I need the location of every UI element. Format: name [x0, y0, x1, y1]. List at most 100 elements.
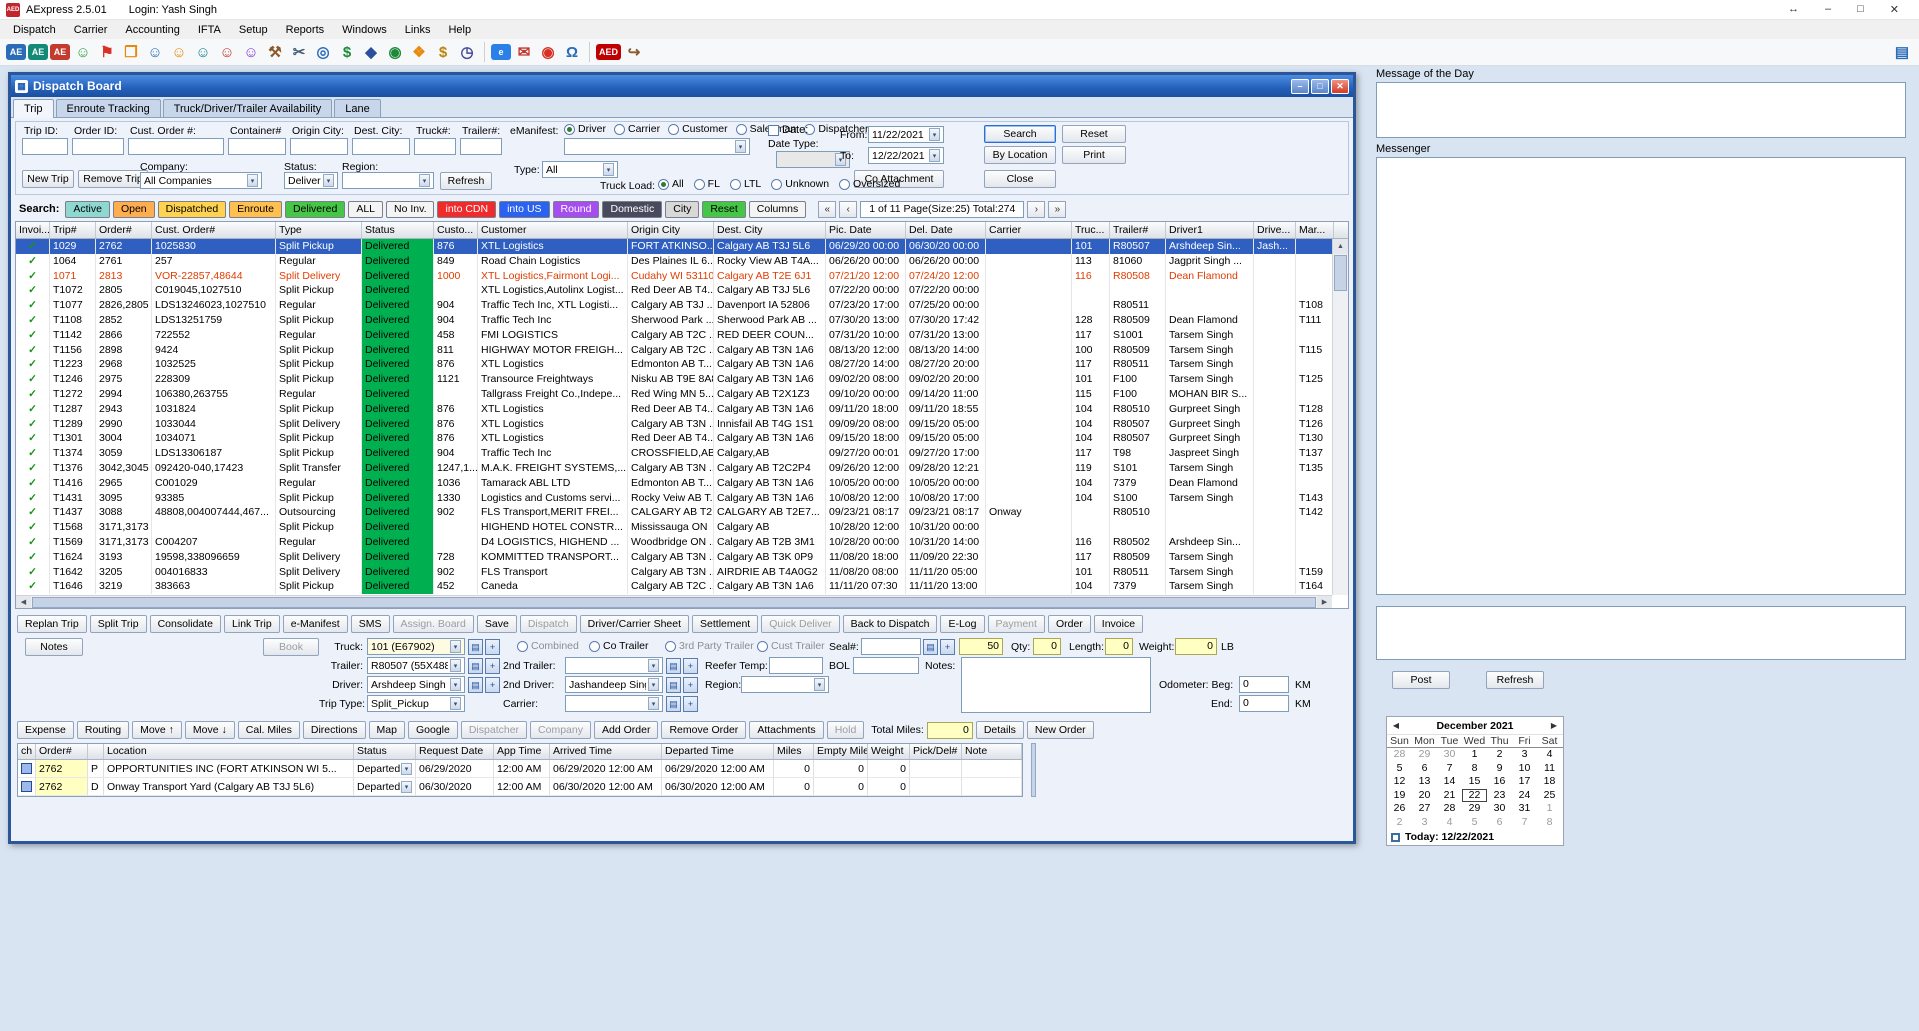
splitter-handle[interactable]	[1031, 743, 1036, 797]
emanifest-option-customer[interactable]: Customer	[668, 123, 728, 135]
column-header-driver1[interactable]: Driver1	[1166, 222, 1254, 238]
post-button[interactable]: Post	[1392, 671, 1450, 689]
trip-row[interactable]: ✓T14162965C001029RegularDelivered1036Tam…	[16, 476, 1332, 491]
calendar-date-28[interactable]: 28	[1437, 802, 1462, 816]
truck-load-radio-fl[interactable]	[694, 179, 705, 190]
trailer-add-button[interactable]: +	[485, 658, 500, 674]
driver-carrier-sheet-button[interactable]: Driver/Carrier Sheet	[580, 615, 689, 633]
calendar-date-2[interactable]: 2	[1387, 816, 1412, 830]
second-driver-add-button[interactable]: +	[683, 677, 698, 693]
filter-input-dest-city[interactable]	[352, 138, 410, 155]
expense-button[interactable]: Expense	[17, 721, 74, 739]
move-button[interactable]: Move ↓	[185, 721, 235, 739]
map-button[interactable]: Map	[369, 721, 405, 739]
clock-icon[interactable]: ◷	[456, 41, 478, 63]
calendar-prev-icon[interactable]: ◀	[1387, 721, 1405, 730]
internet-explorer-icon[interactable]: e	[491, 44, 511, 60]
globe-team-icon[interactable]: ☺	[72, 41, 94, 63]
globe-icon[interactable]: ◉	[384, 41, 406, 63]
reefer-temp-input[interactable]	[769, 657, 823, 674]
second-trailer-lookup-button[interactable]: ▤	[666, 658, 681, 674]
menu-dispatch[interactable]: Dispatch	[4, 22, 65, 38]
tools-icon[interactable]: ⚒	[264, 41, 286, 63]
shield-icon[interactable]: ◆	[360, 41, 382, 63]
order-column-header-location[interactable]: Location	[104, 744, 354, 759]
trip-row[interactable]: ✓T11422866722552RegularDelivered458FMI L…	[16, 328, 1332, 343]
order-column-header-departed-time[interactable]: Departed Time	[662, 744, 774, 759]
from-date-input[interactable]: 11/22/2021▾	[868, 126, 944, 143]
aexpress-teal-icon[interactable]: AE	[28, 44, 48, 60]
calendar-date-6[interactable]: 6	[1487, 816, 1512, 830]
emanifest-option-driver[interactable]: Driver	[564, 123, 606, 135]
add-order-button[interactable]: Add Order	[594, 721, 658, 739]
seal-lookup-button[interactable]: ▤	[923, 639, 938, 655]
odometer-end-input[interactable]: 0	[1239, 695, 1289, 712]
package-icon[interactable]: ❒	[120, 41, 142, 63]
messenger-panel-icon[interactable]: ▤	[1891, 41, 1913, 63]
trip-row[interactable]: ✓10712813VOR-22857,48644Split DeliveryDe…	[16, 269, 1332, 284]
filter-input-trailer[interactable]	[460, 138, 502, 155]
truck-load-radio-oversized[interactable]	[839, 179, 850, 190]
date-type-select[interactable]: ▾	[776, 151, 850, 168]
trip-row[interactable]: ✓T10772826,2805LDS13246023,1027510Regula…	[16, 298, 1332, 313]
move-button[interactable]: Move ↑	[132, 721, 182, 739]
e-manifest-button[interactable]: e-Manifest	[283, 615, 348, 633]
calendar-date-8[interactable]: 8	[1462, 762, 1487, 776]
invoice-button[interactable]: Invoice	[1094, 615, 1143, 633]
consolidate-button[interactable]: Consolidate	[150, 615, 221, 633]
truck-load-option-oversized[interactable]: Oversized	[839, 178, 900, 190]
truck-load-option-unknown[interactable]: Unknown	[771, 178, 829, 190]
close-board-button[interactable]: Close	[984, 170, 1056, 188]
trip-row[interactable]: ✓T12722994106380,263755RegularDeliveredT…	[16, 387, 1332, 402]
cal-miles-button[interactable]: Cal. Miles	[238, 721, 300, 739]
google-button[interactable]: Google	[408, 721, 458, 739]
column-header-truc[interactable]: Truc...	[1072, 222, 1110, 238]
order-column-header-arrived-time[interactable]: Arrived Time	[550, 744, 662, 759]
horizontal-scroll-thumb[interactable]	[32, 597, 1316, 608]
gift-icon[interactable]: ❖	[408, 41, 430, 63]
filter-into-cdn-button[interactable]: into CDN	[437, 201, 496, 218]
e-log-button[interactable]: E-Log	[940, 615, 984, 633]
date-checkbox[interactable]	[768, 125, 779, 136]
filter-reset-button[interactable]: Reset	[702, 201, 745, 218]
mail-icon[interactable]: ✉	[513, 41, 535, 63]
filter-open-button[interactable]: Open	[113, 201, 155, 218]
tab-trip[interactable]: Trip	[13, 99, 54, 118]
driver-add-button[interactable]: +	[485, 677, 500, 693]
calendar-date-25[interactable]: 25	[1537, 789, 1562, 803]
filter-input-container[interactable]	[228, 138, 286, 155]
filter-input-truck[interactable]	[414, 138, 456, 155]
messenger-refresh-button[interactable]: Refresh	[1486, 671, 1544, 689]
board-maximize-button[interactable]: □	[1311, 79, 1329, 94]
odometer-beg-input[interactable]: 0	[1239, 676, 1289, 693]
calendar-date-12[interactable]: 12	[1387, 775, 1412, 789]
menu-links[interactable]: Links	[396, 22, 440, 38]
calendar-date-14[interactable]: 14	[1437, 775, 1462, 789]
calendar-date-19[interactable]: 19	[1387, 789, 1412, 803]
scroll-left-icon[interactable]: ◀	[16, 596, 31, 608]
co-trailer-radio-wrap[interactable]: Co Trailer	[589, 640, 649, 652]
column-header-origin-city[interactable]: Origin City	[628, 222, 714, 238]
filter-columns-button[interactable]: Columns	[749, 201, 806, 218]
order-column-header-app-time[interactable]: App Time	[494, 744, 550, 759]
order-status-select[interactable]: Departed▾	[357, 763, 412, 775]
menu-carrier[interactable]: Carrier	[65, 22, 117, 38]
calendar-date-5[interactable]: 5	[1462, 816, 1487, 830]
trip-row[interactable]: ✓T130130041034071Split PickupDelivered87…	[16, 431, 1332, 446]
remove-order-button[interactable]: Remove Order	[661, 721, 746, 739]
calendar-date-4[interactable]: 4	[1437, 816, 1462, 830]
calendar-date-17[interactable]: 17	[1512, 775, 1537, 789]
board-minimize-button[interactable]: –	[1291, 79, 1309, 94]
trip-notes-input[interactable]	[961, 657, 1151, 713]
filter-enroute-button[interactable]: Enroute	[229, 201, 282, 218]
filter-round-button[interactable]: Round	[553, 201, 600, 218]
seal-qty-field[interactable]: 50	[959, 638, 1003, 655]
order-status-select[interactable]: Departed▾	[357, 781, 412, 793]
page-first-button[interactable]: «	[818, 201, 836, 218]
column-header-drive[interactable]: Drive...	[1254, 222, 1296, 238]
salesman-icon[interactable]: ☺	[216, 41, 238, 63]
column-header-customer[interactable]: Customer	[478, 222, 628, 238]
emanifest-radio-salesman[interactable]	[736, 124, 747, 135]
trip-row[interactable]: ✓T13763042,3045092420-040,17423Split Tra…	[16, 461, 1332, 476]
calendar-date-16[interactable]: 16	[1487, 775, 1512, 789]
